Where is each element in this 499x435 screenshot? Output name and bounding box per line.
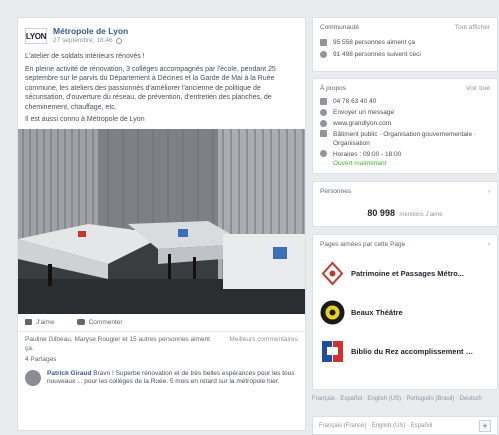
- message-row[interactable]: Envoyer un message: [320, 108, 490, 117]
- post-actions: J'aime Commenter: [18, 314, 305, 332]
- see-all-link[interactable]: Tout afficher: [455, 24, 490, 31]
- open-status: Ouvert maintenant: [333, 160, 387, 167]
- page-thumbnail: [320, 261, 345, 286]
- card-title: Personnes: [320, 188, 352, 195]
- post-paragraph: L'atelier de soldats intérieurs rénovés …: [25, 53, 145, 60]
- globe-icon: [320, 120, 327, 127]
- footer-links[interactable]: Français · Español · English (US) · Port…: [312, 396, 498, 402]
- category-icon: [320, 130, 327, 137]
- comment-icon: [76, 319, 85, 325]
- language-list[interactable]: Français (France) · English (US) · Españ…: [319, 423, 432, 429]
- post-paragraph: Il est aussi connu à Métropole de Lyon: [25, 116, 145, 123]
- avatar[interactable]: [25, 369, 41, 386]
- shares-count[interactable]: 4 Partages: [18, 353, 305, 366]
- website-row[interactable]: www.grandlyon.com: [320, 119, 490, 128]
- about-card: À propos Voir tout 04 78 63 40 40 Envoye…: [312, 78, 498, 174]
- likes-summary: Pauline Gilbeau, Maryse Rougier et 15 au…: [18, 332, 305, 353]
- likes-text[interactable]: Pauline Gilbeau, Maryse Rougier et 15 au…: [25, 335, 215, 353]
- related-page-item[interactable]: Patrimoine et Passages Métro...: [320, 254, 490, 293]
- clock-icon: [320, 150, 327, 157]
- like-button[interactable]: J'aime: [25, 319, 55, 326]
- card-title: À propos: [320, 85, 347, 92]
- photo-image: [18, 128, 305, 314]
- facebook-page: LYON Métropole de Lyon 27 septembre, 18:…: [0, 0, 499, 435]
- phone-row[interactable]: 04 78 63 40 40: [320, 97, 490, 106]
- page-thumbnail: [320, 339, 345, 364]
- category-row[interactable]: Bâtiment public · Organisation gouvernem…: [320, 130, 490, 148]
- community-row[interactable]: 91 498 personnes suivent ceci: [320, 50, 490, 59]
- likes-count: 80 998: [367, 208, 395, 218]
- phone-icon: [320, 98, 327, 105]
- globe-icon: [115, 38, 122, 44]
- related-pages-card: Pages aimées par cette Page › Patrimoine…: [312, 234, 498, 390]
- comment-sort[interactable]: Meilleurs commentaires: [229, 335, 298, 353]
- thumbs-up-icon: [25, 319, 32, 325]
- people-icon: [320, 39, 327, 46]
- post-header: LYON Métropole de Lyon 27 septembre, 18:…: [18, 18, 305, 48]
- post-photo[interactable]: [18, 128, 305, 314]
- language-bar: Français (France) · English (US) · Españ…: [312, 416, 498, 435]
- post-date[interactable]: 27 septembre, 18:46: [53, 36, 113, 46]
- related-page-item[interactable]: Biblio du Rez accomplissement de...: [320, 332, 490, 371]
- comment-item: Patrick Giraud Bravo ! Superbe rénovatio…: [18, 366, 305, 391]
- chevron-right-icon[interactable]: ›: [488, 241, 490, 248]
- page-name-link[interactable]: Métropole de Lyon: [53, 26, 128, 36]
- card-title: Communauté: [320, 24, 360, 31]
- messenger-icon: [320, 109, 327, 116]
- related-page-item[interactable]: Beaux Théâtre: [320, 293, 490, 332]
- hours-row[interactable]: Horaires : 09:00 - 18:00 Ouvert maintena…: [320, 150, 490, 168]
- page-thumbnail: [320, 300, 345, 325]
- card-title: Pages aimées par cette Page: [320, 241, 406, 248]
- follow-icon: [320, 51, 327, 58]
- community-row[interactable]: 95 558 personnes aiment ça: [320, 38, 490, 47]
- comment-author[interactable]: Patrick Giraud: [47, 370, 91, 377]
- chevron-right-icon[interactable]: ›: [488, 188, 490, 195]
- page-logo[interactable]: LYON: [25, 28, 47, 44]
- add-language-button[interactable]: +: [479, 419, 491, 432]
- post-paragraph: En pleine activité de rénovation, 3 coll…: [25, 65, 276, 111]
- post-text: L'atelier de soldats intérieurs rénovés …: [18, 48, 305, 125]
- comment-button[interactable]: Commenter: [76, 319, 123, 326]
- see-all-link[interactable]: Voir tout: [466, 85, 490, 92]
- community-card: Communauté Tout afficher 95 558 personne…: [312, 17, 498, 72]
- people-card: Personnes › 80 998 mentions J'aime: [312, 181, 498, 227]
- post-card: LYON Métropole de Lyon 27 septembre, 18:…: [17, 17, 306, 431]
